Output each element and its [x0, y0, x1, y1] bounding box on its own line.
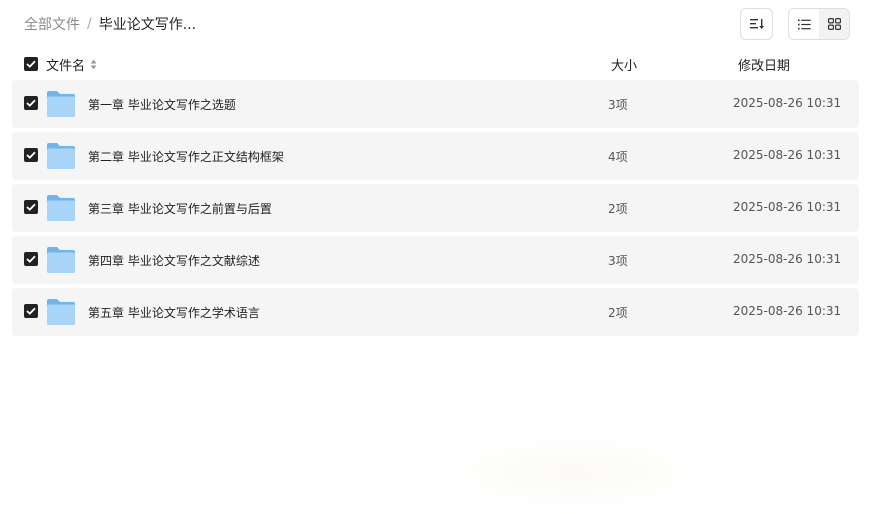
- item-count: 2项: [608, 202, 628, 216]
- background-shading: [430, 432, 720, 514]
- folder-icon: [47, 143, 75, 169]
- modified-date: 2025-08-26 10:31: [733, 304, 842, 318]
- folder-icon: [47, 195, 75, 221]
- breadcrumb-current: 毕业论文写作...: [98, 17, 197, 33]
- row-checkbox[interactable]: [24, 148, 38, 162]
- view-toggle: [788, 8, 850, 40]
- sort-button[interactable]: [740, 8, 773, 40]
- row-checkbox[interactable]: [24, 304, 38, 318]
- row-checkbox[interactable]: [24, 252, 38, 266]
- breadcrumb-separator: /: [87, 16, 92, 32]
- date-column-header[interactable]: 修改日期: [738, 55, 790, 74]
- file-row[interactable]: 第一章 毕业论文写作之选题 3项 2025-08-26 10:31: [12, 80, 859, 128]
- file-row[interactable]: 第五章 毕业论文写作之学术语言 2项 2025-08-26 10:31: [12, 288, 859, 336]
- checkmark-icon: [26, 99, 36, 107]
- item-count: 3项: [608, 254, 628, 268]
- item-count: 2项: [608, 306, 628, 320]
- sort-icon: [749, 19, 764, 29]
- list-view-icon: [797, 19, 811, 29]
- checkmark-icon: [26, 307, 36, 315]
- file-row[interactable]: 第四章 毕业论文写作之文献综述 3项 2025-08-26 10:31: [12, 236, 859, 284]
- item-count: 3项: [608, 98, 628, 112]
- checkmark-icon: [26, 60, 36, 68]
- modified-date: 2025-08-26 10:31: [733, 252, 842, 266]
- file-row[interactable]: 第三章 毕业论文写作之前置与后置 2项 2025-08-26 10:31: [12, 184, 859, 232]
- name-column-header[interactable]: 文件名: [46, 55, 97, 74]
- grid-view-button[interactable]: [819, 9, 849, 39]
- folder-icon: [47, 299, 75, 325]
- sort-toggle-icon[interactable]: [90, 59, 97, 70]
- modified-date: 2025-08-26 10:31: [733, 96, 842, 110]
- top-bar: 全部文件 / 毕业论文写作...: [0, 0, 874, 48]
- checkmark-icon: [26, 151, 36, 159]
- breadcrumb-root-link[interactable]: 全部文件: [24, 14, 80, 34]
- select-all-checkbox[interactable]: [24, 57, 38, 71]
- modified-date: 2025-08-26 10:31: [733, 200, 842, 214]
- file-list: 第一章 毕业论文写作之选题 3项 2025-08-26 10:31 第二章 毕业…: [12, 80, 859, 340]
- folder-icon: [47, 91, 75, 117]
- file-name[interactable]: 第五章 毕业论文写作之学术语言: [88, 304, 260, 321]
- checkmark-icon: [26, 203, 36, 211]
- size-column-header[interactable]: 大小: [611, 55, 637, 74]
- grid-view-icon: [827, 18, 841, 30]
- checkmark-icon: [26, 255, 36, 263]
- file-name[interactable]: 第一章 毕业论文写作之选题: [88, 96, 236, 113]
- modified-date: 2025-08-26 10:31: [733, 148, 842, 162]
- item-count: 4项: [608, 150, 628, 164]
- list-view-button[interactable]: [789, 9, 819, 39]
- row-checkbox[interactable]: [24, 96, 38, 110]
- row-checkbox[interactable]: [24, 200, 38, 214]
- name-header-label: 文件名: [46, 59, 86, 74]
- file-name[interactable]: 第四章 毕业论文写作之文献综述: [88, 252, 260, 269]
- file-name[interactable]: 第二章 毕业论文写作之正文结构框架: [88, 148, 284, 165]
- table-header: 文件名 大小 修改日期: [12, 52, 859, 76]
- file-row[interactable]: 第二章 毕业论文写作之正文结构框架 4项 2025-08-26 10:31: [12, 132, 859, 180]
- file-name[interactable]: 第三章 毕业论文写作之前置与后置: [88, 200, 272, 217]
- breadcrumb: 全部文件 / 毕业论文写作...: [24, 14, 196, 34]
- folder-icon: [47, 247, 75, 273]
